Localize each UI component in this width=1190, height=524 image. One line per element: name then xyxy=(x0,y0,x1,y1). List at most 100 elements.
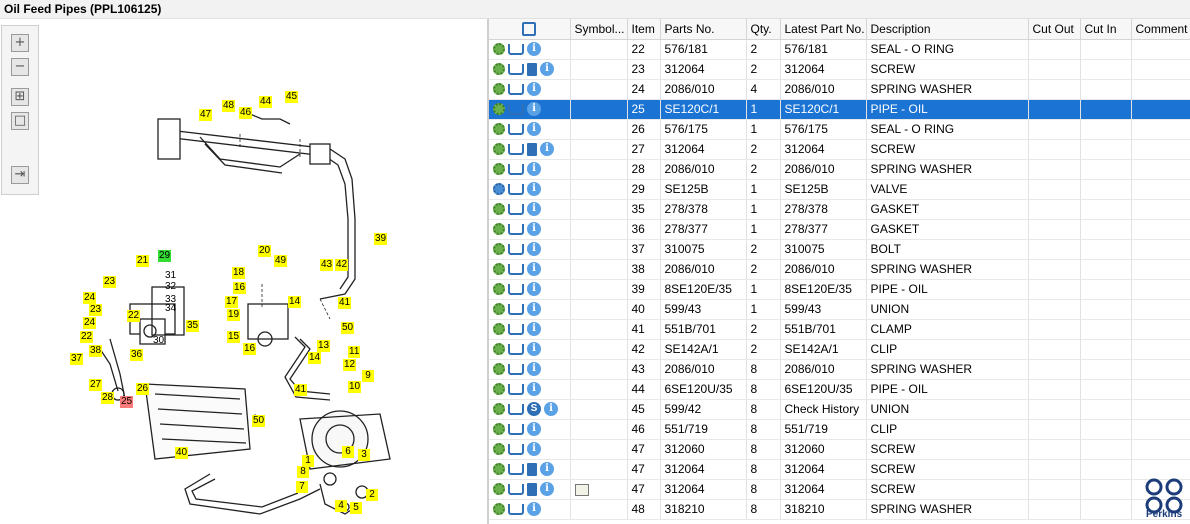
callout[interactable]: 35 xyxy=(186,320,200,332)
info-icon[interactable]: i xyxy=(527,322,541,337)
document-icon[interactable] xyxy=(527,462,537,476)
settings-icon[interactable] xyxy=(493,43,505,56)
table-row[interactable]: i 48 318210 8 318210 SPRING WASHER xyxy=(489,499,1190,520)
cart-icon[interactable] xyxy=(508,43,524,55)
parts-grid[interactable]: Symbol... Item Parts No. Qty. Latest Par… xyxy=(487,19,1190,524)
settings-icon[interactable] xyxy=(493,483,505,496)
table-row[interactable]: i 47 312064 8 312064 SCREW xyxy=(489,459,1190,480)
fit-page-icon[interactable]: □ xyxy=(11,112,29,130)
cart-icon[interactable] xyxy=(508,283,524,295)
settings-icon[interactable] xyxy=(493,343,505,356)
cart-icon[interactable] xyxy=(508,203,524,215)
table-row[interactable]: i 43 2086/010 8 2086/010 SPRING WASHER xyxy=(489,359,1190,380)
callout[interactable]: 47 xyxy=(199,109,213,121)
settings-icon[interactable] xyxy=(493,423,505,436)
callout[interactable]: 7 xyxy=(296,481,308,493)
callout[interactable]: 3 xyxy=(358,449,370,461)
document-icon[interactable] xyxy=(527,482,537,496)
table-row[interactable]: i 28 2086/010 2 2086/010 SPRING WASHER xyxy=(489,159,1190,180)
info-icon[interactable]: i xyxy=(540,142,554,157)
callout[interactable]: 40 xyxy=(175,447,189,459)
settings-icon[interactable] xyxy=(493,223,505,236)
map-icon[interactable] xyxy=(574,483,589,496)
column-header-latest-part-no[interactable]: Latest Part No. xyxy=(780,19,867,40)
callout[interactable]: 36 xyxy=(130,349,144,361)
settings-icon[interactable] xyxy=(493,303,505,316)
table-row[interactable]: i 47 312064 8 312064 SCREW xyxy=(489,479,1190,500)
info-icon[interactable]: i xyxy=(527,182,541,197)
cart-icon[interactable] xyxy=(508,143,524,155)
export-list-icon[interactable]: ⇥ xyxy=(11,166,29,184)
table-row[interactable]: i 25 SE120C/1 1 SE120C/1 PIPE - OIL xyxy=(489,99,1190,120)
cart-icon[interactable] xyxy=(508,263,524,275)
settings-icon[interactable] xyxy=(493,383,505,396)
info-icon[interactable]: i xyxy=(527,102,541,117)
cart-icon[interactable] xyxy=(508,423,524,435)
callout[interactable]: 24 xyxy=(83,317,97,329)
callout[interactable]: 6 xyxy=(342,446,354,458)
cart-icon[interactable] xyxy=(508,323,524,335)
callout[interactable]: 20 xyxy=(258,245,272,257)
info-icon[interactable]: i xyxy=(540,462,554,477)
info-icon[interactable]: i xyxy=(527,282,541,297)
callout[interactable]: 24 xyxy=(83,292,97,304)
callout[interactable]: 23 xyxy=(89,304,103,316)
info-icon[interactable]: i xyxy=(527,122,541,137)
callout[interactable]: 4 xyxy=(335,500,347,512)
cart-icon[interactable] xyxy=(508,223,524,235)
info-icon[interactable]: i xyxy=(527,342,541,357)
cart-icon[interactable] xyxy=(508,443,524,455)
table-row[interactable]: i 23 312064 2 312064 SCREW xyxy=(489,59,1190,80)
callout[interactable]: 43 xyxy=(320,259,334,271)
callout[interactable]: 28 xyxy=(101,392,115,404)
settings-icon[interactable] xyxy=(493,363,505,376)
settings-icon[interactable] xyxy=(493,63,505,76)
info-icon[interactable]: i xyxy=(544,402,558,417)
info-icon[interactable]: i xyxy=(527,202,541,217)
settings-icon[interactable] xyxy=(493,263,505,276)
callout[interactable]: 22 xyxy=(127,310,141,322)
table-row[interactable]: i 24 2086/010 4 2086/010 SPRING WASHER xyxy=(489,79,1190,100)
table-row[interactable]: i 46 551/719 8 551/719 CLIP xyxy=(489,419,1190,440)
settings-icon[interactable] xyxy=(493,503,505,516)
callout[interactable]: 2 xyxy=(366,489,378,501)
info-icon[interactable]: i xyxy=(527,442,541,457)
info-icon[interactable]: i xyxy=(527,362,541,377)
table-row[interactable]: i 41 551B/701 2 551B/701 CLAMP xyxy=(489,319,1190,340)
settings-icon[interactable] xyxy=(493,103,505,116)
cart-icon[interactable] xyxy=(508,243,524,255)
callout[interactable]: 29 xyxy=(158,250,172,262)
table-row[interactable]: Si 45 599/42 8 Check History UNION xyxy=(489,399,1190,420)
table-row[interactable]: i 36 278/377 1 278/377 GASKET xyxy=(489,219,1190,240)
callout[interactable]: 39 xyxy=(374,233,388,245)
settings-icon[interactable] xyxy=(493,243,505,256)
info-icon[interactable]: i xyxy=(527,382,541,397)
table-row[interactable]: i 42 SE142A/1 2 SE142A/1 CLIP xyxy=(489,339,1190,360)
cart-icon[interactable] xyxy=(508,343,524,355)
table-row[interactable]: i 38 2086/010 2 2086/010 SPRING WASHER xyxy=(489,259,1190,280)
callout[interactable]: 41 xyxy=(338,297,352,309)
callout[interactable]: 46 xyxy=(239,107,253,119)
document-icon[interactable] xyxy=(527,62,537,76)
document-icon[interactable] xyxy=(527,142,537,156)
table-row[interactable]: i 22 576/181 2 576/181 SEAL - O RING xyxy=(489,39,1190,60)
callout[interactable]: 8 xyxy=(297,466,309,478)
callout[interactable]: 27 xyxy=(89,379,103,391)
callout[interactable]: 41 xyxy=(294,384,308,396)
settings-icon[interactable] xyxy=(493,123,505,136)
callout[interactable]: 14 xyxy=(288,296,302,308)
column-header-cut-out[interactable]: Cut Out xyxy=(1028,19,1081,40)
callout[interactable]: 50 xyxy=(252,415,266,427)
settings-icon[interactable] xyxy=(493,403,505,416)
table-row[interactable]: i 47 312060 8 312060 SCREW xyxy=(489,439,1190,460)
table-row[interactable]: i 40 599/43 1 599/43 UNION xyxy=(489,299,1190,320)
cart-icon[interactable] xyxy=(508,503,524,515)
cart-icon[interactable] xyxy=(508,483,524,495)
callout[interactable]: 26 xyxy=(136,383,150,395)
callout[interactable]: 38 xyxy=(89,345,103,357)
callout[interactable]: 23 xyxy=(103,276,117,288)
callout[interactable]: 14 xyxy=(308,352,322,364)
info-icon[interactable]: i xyxy=(527,222,541,237)
column-header-comment[interactable]: Comment xyxy=(1131,19,1190,40)
callout[interactable]: 18 xyxy=(232,267,246,279)
